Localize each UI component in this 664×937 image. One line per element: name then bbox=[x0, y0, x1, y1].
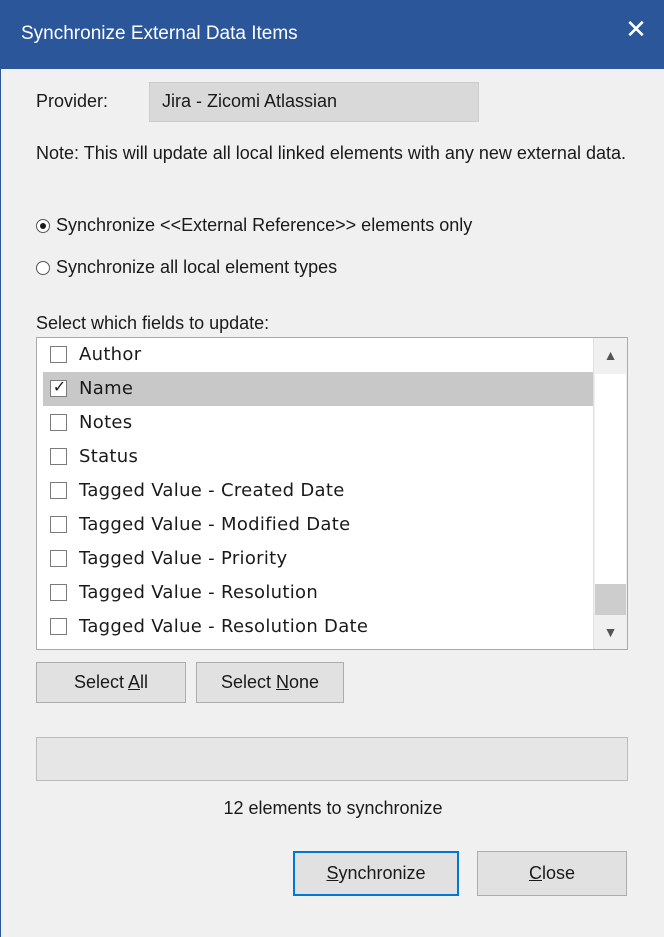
checkbox-resolution[interactable] bbox=[50, 584, 67, 601]
provider-label: Provider: bbox=[36, 91, 109, 111]
item-label: Tagged Value - Modified Date bbox=[79, 514, 351, 535]
radio-label: Synchronize <<External Reference>> eleme… bbox=[56, 215, 473, 235]
list-item-priority[interactable]: Tagged Value - Priority bbox=[43, 542, 594, 576]
radio-button-selected[interactable] bbox=[36, 219, 50, 233]
button-label-suffix: ynchronize bbox=[338, 863, 426, 883]
accelerator-key: N bbox=[275, 672, 289, 692]
button-label-suffix: lose bbox=[541, 863, 576, 883]
note-text: Note: This will update all local linked … bbox=[36, 143, 626, 163]
checkbox-author[interactable] bbox=[50, 346, 67, 363]
list-item-resolution-date[interactable]: Tagged Value - Resolution Date bbox=[43, 610, 594, 644]
fields-label: Select which fields to update: bbox=[36, 313, 270, 333]
list-item-author[interactable]: Author bbox=[43, 338, 594, 372]
checkbox-priority[interactable] bbox=[50, 550, 67, 567]
select-none-button[interactable]: Select None bbox=[196, 662, 344, 703]
checkbox-name[interactable]: ✓ bbox=[50, 379, 67, 397]
synchronize-button[interactable]: Synchronize bbox=[293, 851, 459, 896]
button-label-prefix: Select bbox=[220, 672, 276, 692]
accelerator-key: S bbox=[326, 863, 339, 883]
list-item-created-date[interactable]: Tagged Value - Created Date bbox=[43, 474, 594, 508]
close-icon[interactable]: ✕ bbox=[625, 14, 647, 44]
title-bar[interactable]: Synchronize External Data Items ✕ bbox=[1, 0, 664, 69]
item-label: Tagged Value - Created Date bbox=[79, 480, 345, 501]
checkbox-resolution-date[interactable] bbox=[50, 618, 67, 635]
provider-value: Jira - Zicomi Atlassian bbox=[162, 91, 338, 111]
synchronize-dialog: Synchronize External Data Items ✕ Provid… bbox=[0, 0, 664, 937]
button-label-prefix: Select bbox=[73, 672, 129, 692]
fields-listbox[interactable]: Author ✓ Name Notes Status Tagged Value … bbox=[36, 337, 628, 650]
item-label: Tagged Value - Resolution bbox=[79, 582, 319, 603]
item-label: Tagged Value - Resolution Date bbox=[79, 616, 369, 637]
radio-label: Synchronize all local element types bbox=[56, 257, 338, 277]
select-all-button[interactable]: Select All bbox=[36, 662, 186, 703]
check-icon: ✓ bbox=[52, 379, 67, 396]
radio-button[interactable] bbox=[36, 261, 50, 275]
vertical-scrollbar[interactable]: ▲ ▼ bbox=[593, 338, 627, 649]
accelerator-key: C bbox=[528, 863, 542, 883]
list-item-status[interactable]: Status bbox=[43, 440, 594, 474]
item-label: Author bbox=[79, 344, 142, 365]
checkbox-notes[interactable] bbox=[50, 414, 67, 431]
accelerator-key: A bbox=[128, 672, 141, 692]
checkbox-status[interactable] bbox=[50, 448, 67, 465]
item-label: Status bbox=[79, 446, 139, 467]
item-label: Name bbox=[79, 378, 134, 399]
dialog-title: Synchronize External Data Items bbox=[21, 23, 298, 44]
checkbox-created-date[interactable] bbox=[50, 482, 67, 499]
button-label-suffix: ll bbox=[140, 672, 149, 692]
scroll-up-icon[interactable]: ▲ bbox=[594, 338, 627, 372]
scroll-thumb[interactable] bbox=[595, 374, 626, 584]
list-item-name[interactable]: ✓ Name bbox=[43, 372, 594, 406]
list-item-resolution[interactable]: Tagged Value - Resolution bbox=[43, 576, 594, 610]
list-item-modified-date[interactable]: Tagged Value - Modified Date bbox=[43, 508, 594, 542]
scroll-down-icon[interactable]: ▼ bbox=[594, 615, 627, 649]
scroll-track[interactable] bbox=[595, 584, 626, 615]
checkbox-modified-date[interactable] bbox=[50, 516, 67, 533]
item-label: Notes bbox=[79, 412, 133, 433]
item-label: Tagged Value - Priority bbox=[79, 548, 288, 569]
close-button[interactable]: Close bbox=[477, 851, 627, 896]
progress-bar bbox=[36, 737, 628, 781]
provider-field: Jira - Zicomi Atlassian bbox=[149, 82, 479, 122]
button-label-suffix: one bbox=[288, 672, 320, 692]
list-item-notes[interactable]: Notes bbox=[43, 406, 594, 440]
status-text: 12 elements to synchronize bbox=[223, 798, 443, 818]
